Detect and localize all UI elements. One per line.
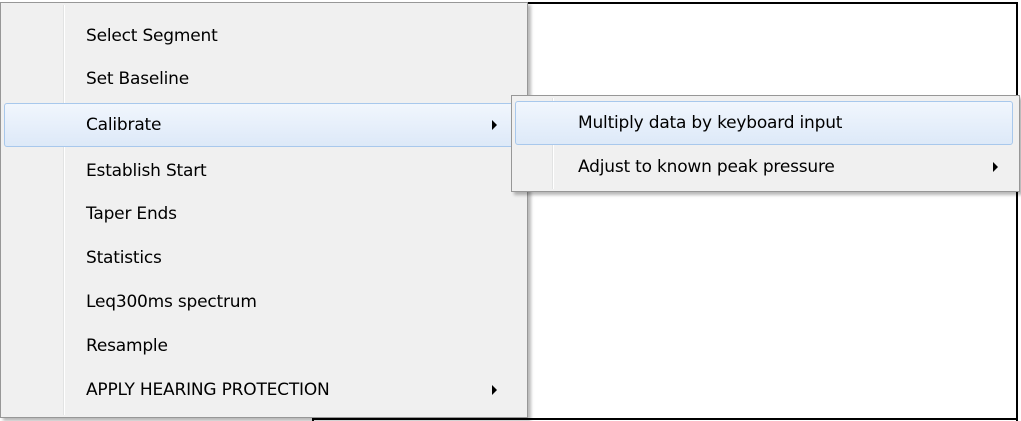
menu-item-label: APPLY HEARING PROTECTION xyxy=(86,380,330,400)
menu-item-label: Select Segment xyxy=(86,26,218,46)
submenu-item-adjust-peak-pressure[interactable]: Adjust to known peak pressure xyxy=(515,146,1013,188)
context-menu: Select Segment Set Baseline Calibrate Es… xyxy=(0,2,528,418)
menu-item-label: Calibrate xyxy=(86,115,162,135)
chevron-right-icon xyxy=(993,162,998,172)
menu-item-label: Resample xyxy=(86,336,168,356)
menu-item-label: Taper Ends xyxy=(86,204,177,224)
calibrate-submenu: Multiply data by keyboard input Adjust t… xyxy=(511,95,1020,192)
chevron-right-icon xyxy=(492,120,497,130)
menu-item-taper-ends[interactable]: Taper Ends xyxy=(4,193,522,235)
menu-item-label: Establish Start xyxy=(86,161,207,181)
menu-item-label: Leq300ms spectrum xyxy=(86,292,257,312)
submenu-item-multiply-data[interactable]: Multiply data by keyboard input xyxy=(515,101,1013,145)
menu-item-select-segment[interactable]: Select Segment xyxy=(4,15,522,57)
menu-item-leq300ms-spectrum[interactable]: Leq300ms spectrum xyxy=(4,281,522,323)
menu-item-statistics[interactable]: Statistics xyxy=(4,237,522,279)
menu-item-calibrate[interactable]: Calibrate xyxy=(4,103,522,147)
submenu-item-label: Adjust to known peak pressure xyxy=(578,157,835,177)
menu-item-establish-start[interactable]: Establish Start xyxy=(4,150,522,192)
frame-right-edge xyxy=(1016,2,1018,421)
menu-item-label: Set Baseline xyxy=(86,69,189,89)
submenu-item-label: Multiply data by keyboard input xyxy=(578,113,843,133)
menu-item-label: Statistics xyxy=(86,248,162,268)
chevron-right-icon xyxy=(492,385,497,395)
menu-item-apply-hearing-protection[interactable]: APPLY HEARING PROTECTION xyxy=(4,369,522,411)
frame-bottom-edge xyxy=(312,418,1018,420)
menu-item-set-baseline[interactable]: Set Baseline xyxy=(4,58,522,100)
menu-item-resample[interactable]: Resample xyxy=(4,325,522,367)
